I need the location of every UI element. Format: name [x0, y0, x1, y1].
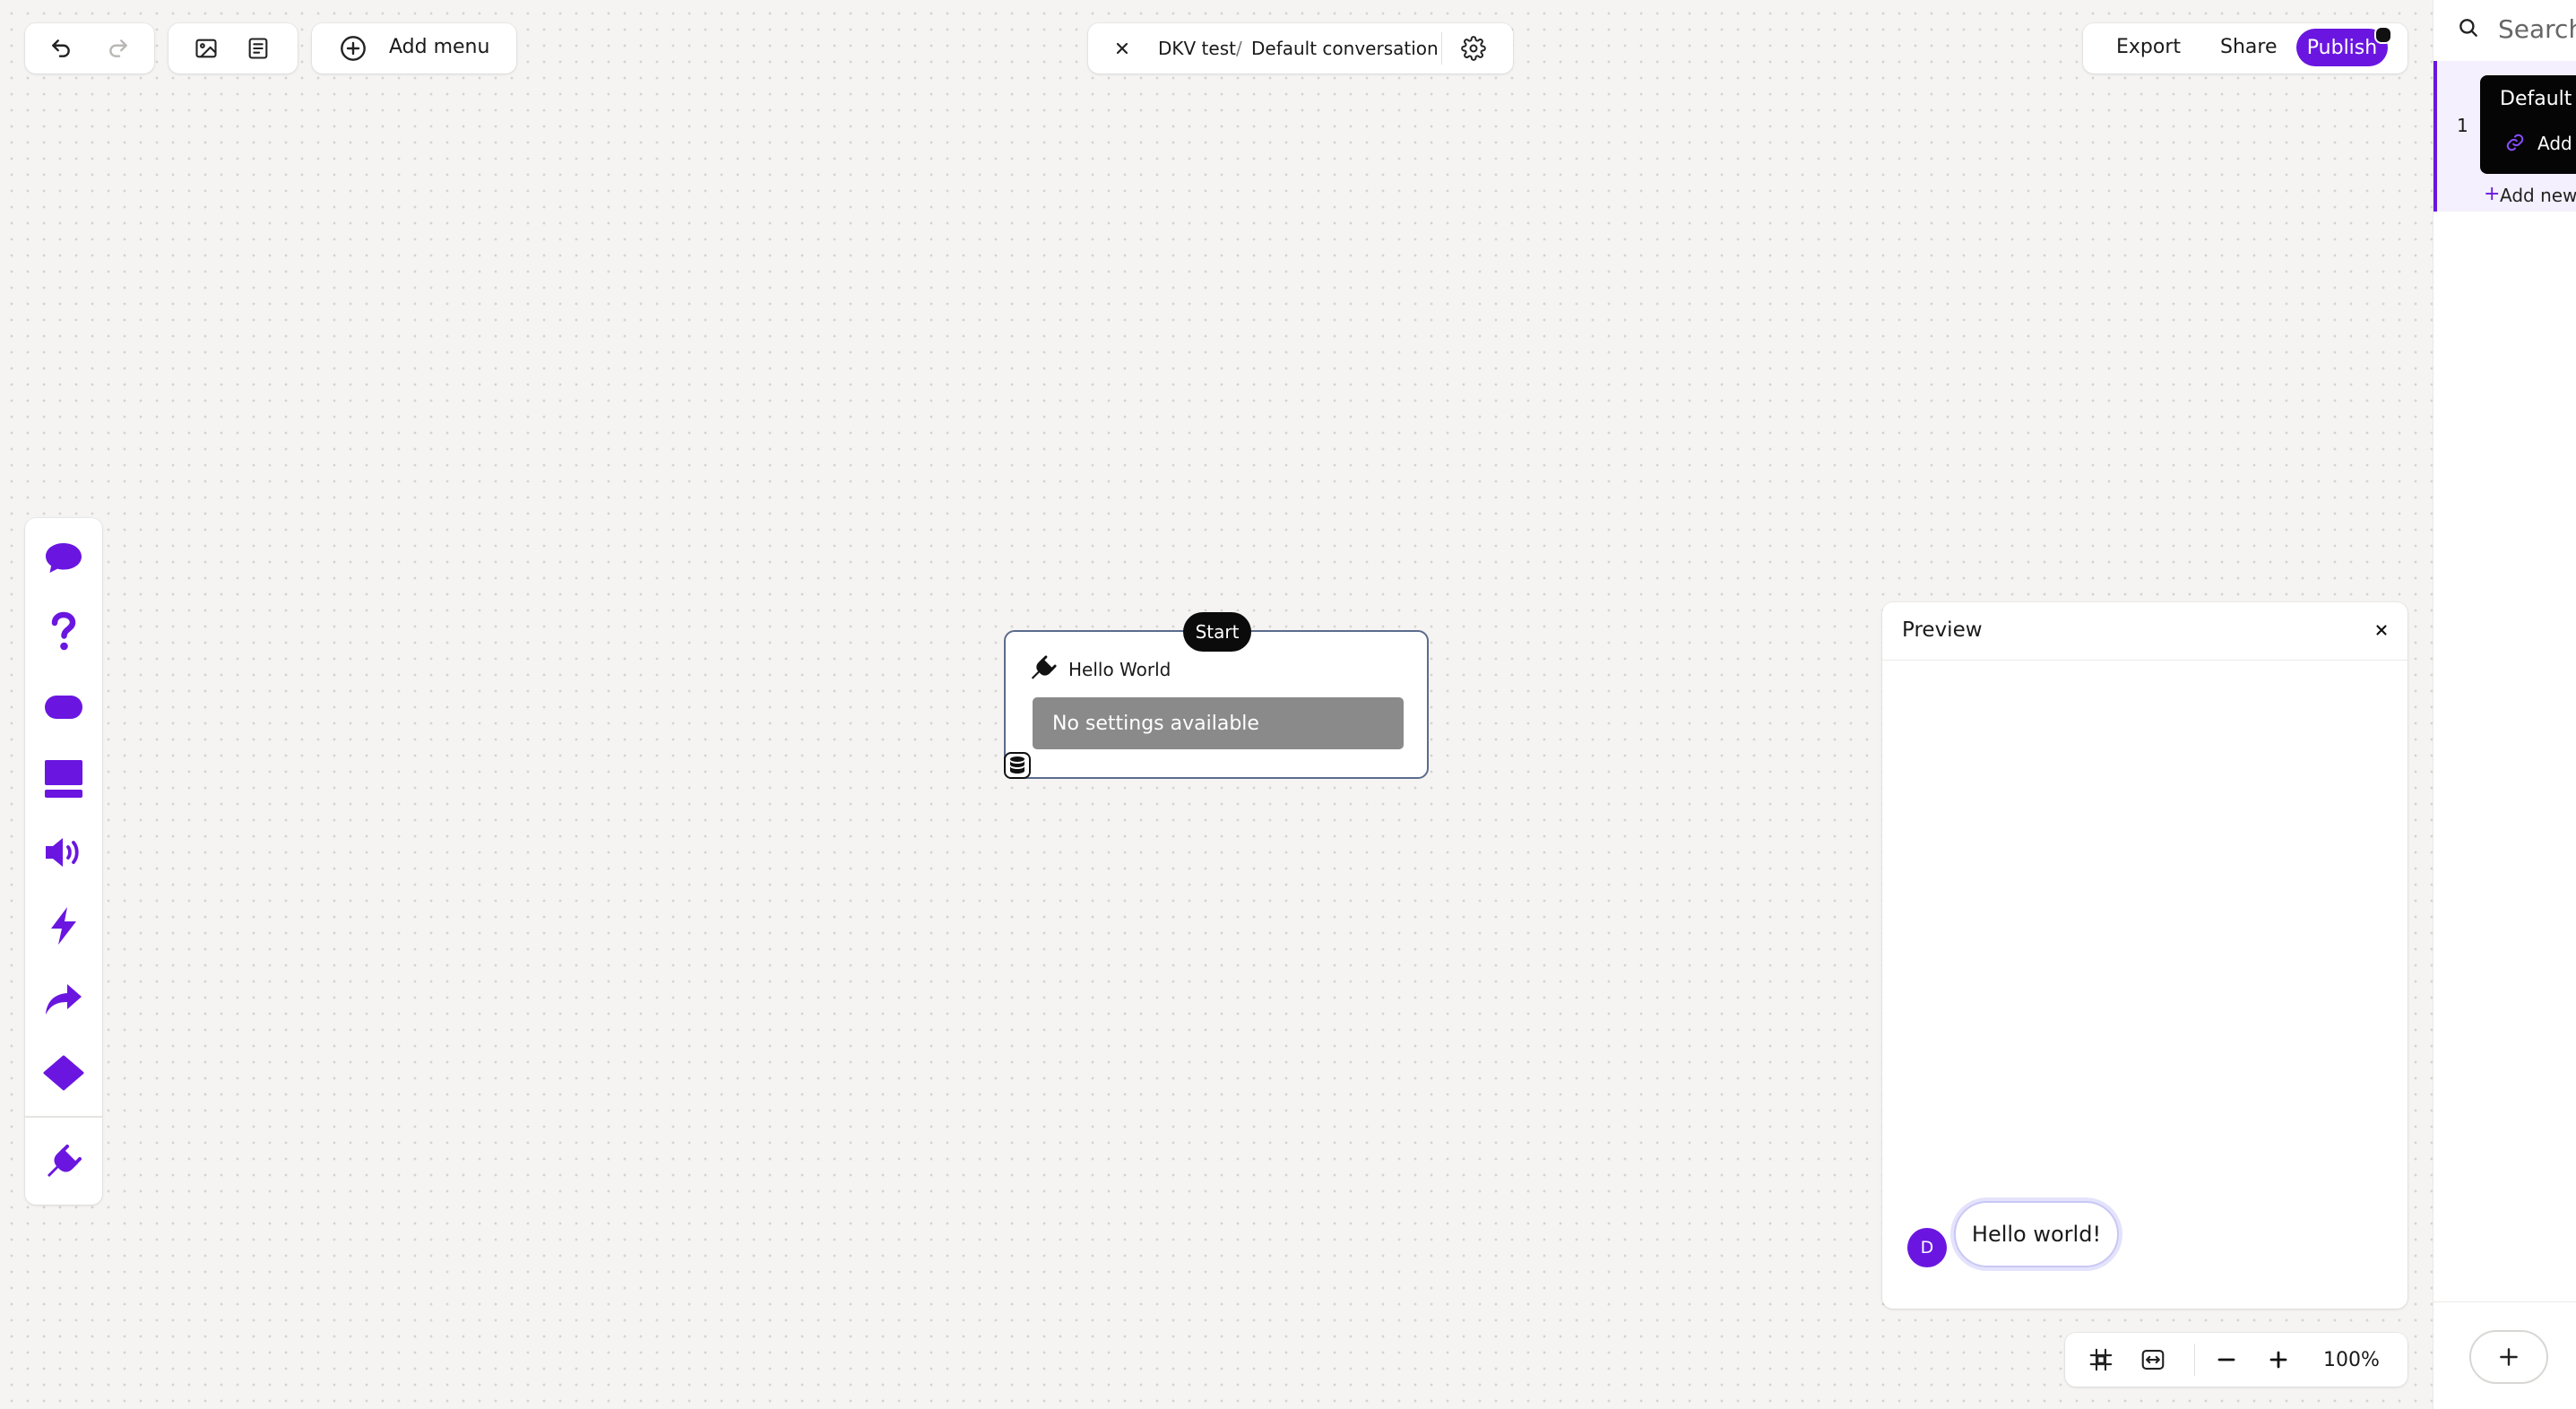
gear-icon [1461, 36, 1486, 61]
preview-panel: Preview [1882, 602, 2407, 1309]
fit-grid-icon [2089, 1348, 2113, 1371]
start-label: Start [1183, 612, 1251, 652]
plus-icon [2500, 1348, 2518, 1366]
add-image-button[interactable] [188, 30, 224, 66]
link-icon [2506, 134, 2524, 151]
redirect-arrow-icon [46, 984, 82, 1015]
lightning-icon [51, 907, 76, 945]
fit-width-button[interactable] [2135, 1342, 2171, 1378]
unpublished-dot [2374, 26, 2392, 44]
add-menu-label: Add menu [389, 36, 490, 58]
speaker-icon [46, 838, 79, 867]
breadcrumb-project[interactable]: DKV test [1158, 38, 1236, 59]
chat-bubble-icon [46, 543, 82, 573]
sidebar-item-default-conversation[interactable]: Default c Add [2480, 75, 2576, 174]
sidebar-item-sub[interactable]: Add [2537, 133, 2572, 154]
preview-header: Preview [1882, 602, 2407, 661]
add-new-button[interactable]: Add new [2500, 185, 2576, 206]
media-toolbar [169, 23, 298, 73]
tool-audio[interactable] [25, 821, 102, 884]
search-icon [2459, 19, 2477, 37]
close-preview-button[interactable] [2366, 615, 2397, 645]
diamond-icon [43, 1055, 84, 1091]
zoom-out-button[interactable] [2209, 1342, 2244, 1378]
question-icon [51, 611, 76, 651]
add-text-button[interactable] [240, 30, 276, 66]
add-circle-icon [337, 32, 369, 65]
divider [1441, 32, 1442, 65]
carousel-icon [45, 760, 82, 798]
add-menu-button[interactable]: Add menu [312, 23, 516, 73]
document-icon [248, 38, 268, 59]
tool-question[interactable] [25, 601, 102, 663]
flows-sidebar: Search 1 Default c Add + Add new [2433, 0, 2576, 1409]
step-palette [25, 518, 102, 1205]
sidebar-item-title: Default c [2500, 88, 2576, 110]
add-flow-button[interactable] [2469, 1330, 2548, 1384]
breadcrumb: DKV test / Default conversation [1088, 23, 1513, 73]
zoom-in-button[interactable] [2260, 1342, 2296, 1378]
divider [2194, 1344, 2195, 1376]
button-pill-icon [45, 696, 82, 719]
fit-view-button[interactable] [2083, 1342, 2119, 1378]
sidebar-footer-divider [2433, 1301, 2576, 1302]
block-title: Hello World [1068, 659, 1171, 680]
block-data-handle[interactable] [1004, 752, 1031, 779]
tool-plugin[interactable] [25, 1131, 102, 1194]
export-button[interactable]: Export [2116, 36, 2181, 58]
plugin-icon [1031, 655, 1057, 679]
tool-redirect[interactable] [25, 968, 102, 1031]
undo-icon [52, 39, 70, 57]
tool-condition[interactable] [25, 1042, 102, 1104]
redo-icon [109, 39, 127, 57]
settings-button[interactable] [1456, 30, 1491, 66]
plugin-icon [48, 1145, 82, 1177]
close-icon [2376, 625, 2387, 635]
redo-button[interactable] [100, 30, 136, 66]
close-icon [1116, 42, 1128, 55]
block-settings-placeholder: No settings available [1033, 697, 1404, 749]
plus-icon: + [2484, 183, 2501, 205]
tool-button[interactable] [25, 676, 102, 739]
palette-divider [25, 1116, 102, 1118]
avatar: D [1907, 1228, 1947, 1267]
minus-icon [2217, 1358, 2235, 1361]
expand-horizontal-icon [2141, 1349, 2165, 1370]
search-input[interactable]: Search [2498, 14, 2576, 44]
close-flow-button[interactable] [1104, 30, 1140, 66]
image-icon [195, 39, 217, 58]
tool-carousel[interactable] [25, 748, 102, 810]
plus-icon [2269, 1351, 2287, 1369]
item-number: 1 [2457, 115, 2468, 136]
tool-message[interactable] [25, 527, 102, 590]
history-toolbar [25, 23, 154, 73]
share-button[interactable]: Share [2220, 36, 2278, 58]
database-icon [1010, 756, 1024, 774]
zoom-level: 100% [2323, 1349, 2380, 1371]
chat-message: Hello world! [1954, 1201, 2119, 1267]
zoom-controls: 100% [2065, 1333, 2407, 1387]
breadcrumb-separator: / [1236, 38, 1242, 59]
undo-button[interactable] [43, 30, 79, 66]
hello-world-block[interactable]: Hello World No settings available [1004, 630, 1429, 779]
breadcrumb-conversation[interactable]: Default conversation [1251, 38, 1439, 59]
tool-action[interactable] [25, 895, 102, 957]
preview-title: Preview [1902, 618, 1983, 642]
